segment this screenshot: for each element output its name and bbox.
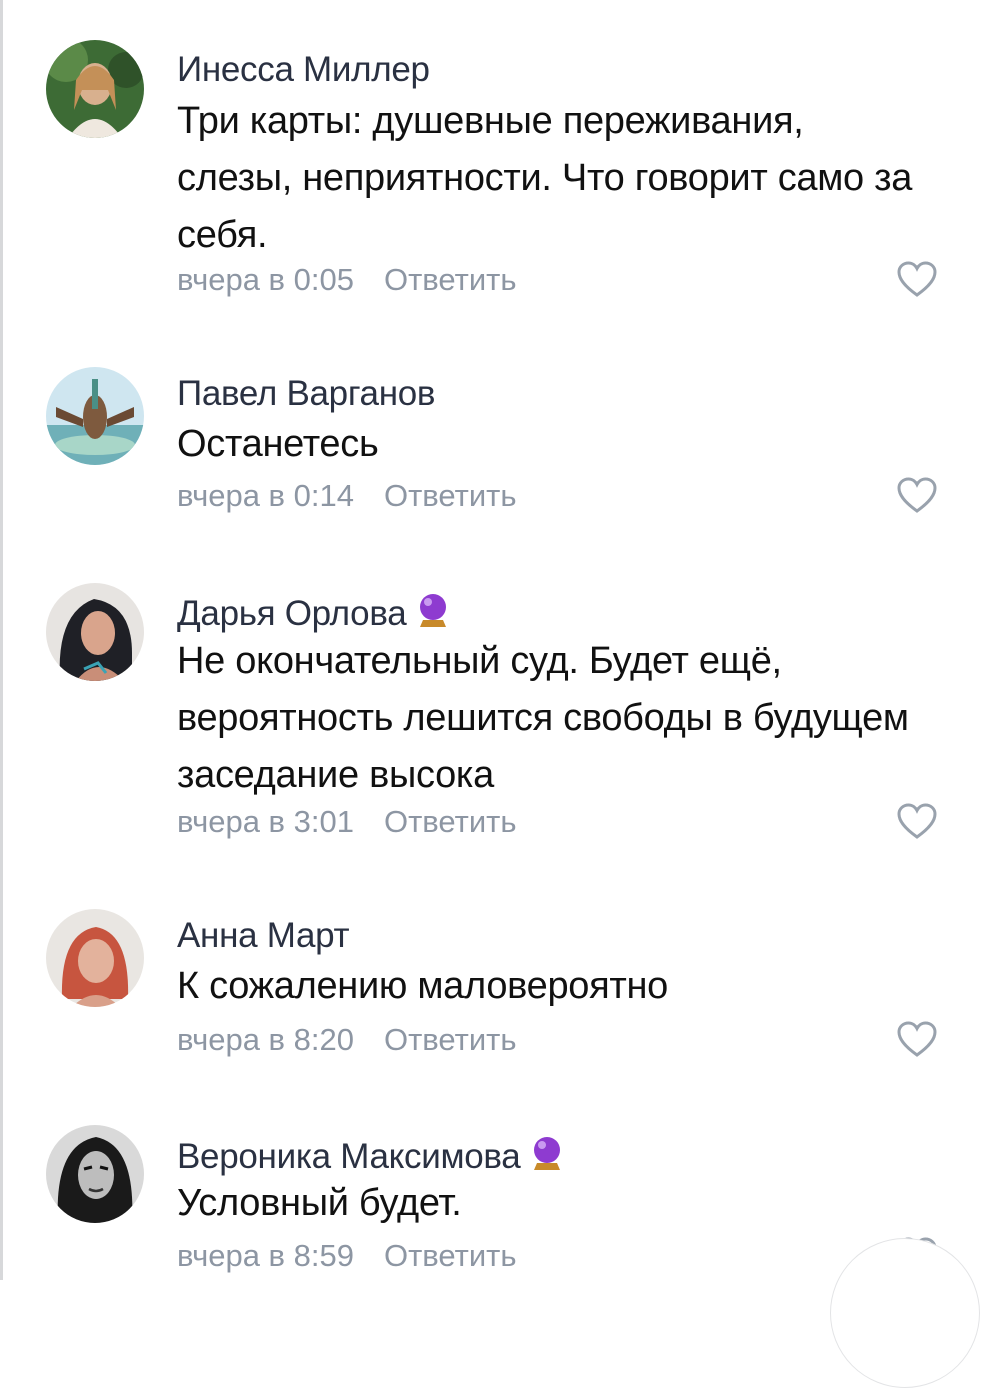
comment-author[interactable]: Вероника Максимова [177,1134,564,1177]
comment-author[interactable]: Инесса Миллер [177,50,430,90]
like-button[interactable] [895,1019,939,1059]
comment-author[interactable]: Анна Март [177,916,350,956]
like-button[interactable] [895,475,939,515]
reply-button[interactable]: Ответить [384,1238,517,1273]
crystal-ball-icon [534,1137,561,1170]
comment-text: Условный будет. [177,1182,462,1224]
reply-button[interactable]: Ответить [384,478,517,513]
comment-time: вчера в 8:20 [177,1022,354,1057]
comment-meta: вчера в 8:59 Ответить [177,1238,517,1274]
reply-button[interactable]: Ответить [384,804,517,839]
reply-button[interactable]: Ответить [384,262,517,297]
comment-text: Останетесь [177,423,379,465]
avatar[interactable] [46,367,144,465]
crystal-ball-icon [420,594,447,627]
comment-meta: вчера в 8:20 Ответить [177,1022,517,1058]
comment-time: вчера в 0:14 [177,478,354,513]
avatar[interactable] [46,1125,144,1223]
comment-text: Три карты: душевные переживания, слезы, … [177,100,913,256]
comment-text: К сожалению маловероятно [177,965,669,1007]
comment-author[interactable]: Павел Варганов [177,374,436,414]
avatar[interactable] [46,909,144,1007]
comment-author[interactable]: Дарья Орлова [177,591,450,634]
comment-time: вчера в 8:59 [177,1238,354,1273]
like-button[interactable] [895,801,939,841]
heart-outline-icon [897,477,937,513]
heart-outline-icon [897,803,937,839]
comment-time: вчера в 0:05 [177,262,354,297]
comment-meta: вчера в 0:14 Ответить [177,478,517,514]
comment-meta: вчера в 0:05 Ответить [177,262,517,298]
like-button[interactable] [895,259,939,299]
floating-button-edge[interactable] [830,1238,980,1388]
reply-button[interactable]: Ответить [384,1022,517,1057]
avatar[interactable] [46,583,144,681]
avatar[interactable] [46,40,144,138]
thread-line [0,0,3,1280]
comment-text: Не окончательный суд. Будет ещё, вероятн… [177,640,909,796]
heart-outline-icon [897,261,937,297]
comment-meta: вчера в 3:01 Ответить [177,804,517,840]
heart-outline-icon [897,1021,937,1057]
comment-time: вчера в 3:01 [177,804,354,839]
